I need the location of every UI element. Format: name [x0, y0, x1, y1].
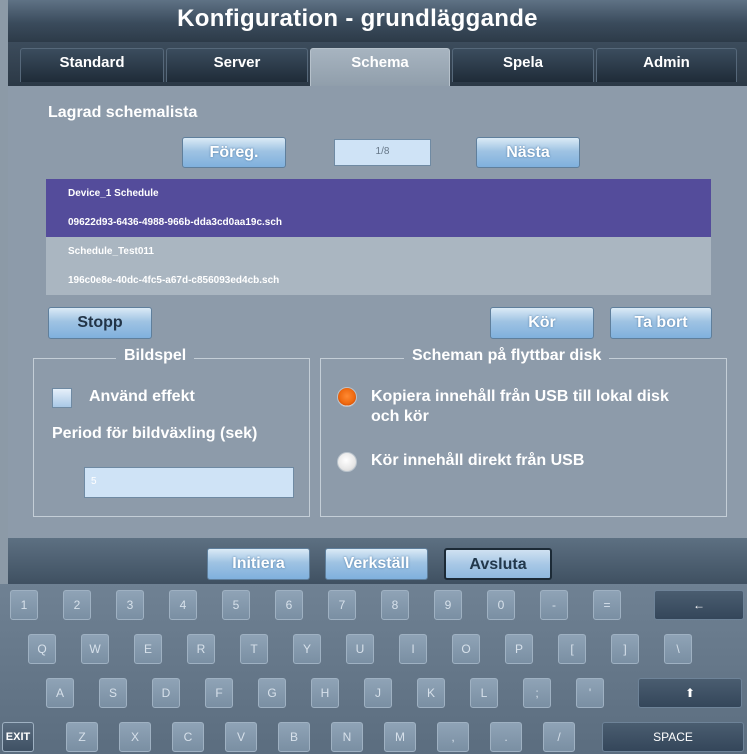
prev-page-button[interactable]: Föreg. — [182, 137, 286, 168]
key-shift[interactable]: ⬆ — [638, 678, 742, 708]
key-t[interactable]: T — [240, 634, 268, 664]
use-effect-label: Använd effekt — [89, 388, 195, 405]
usb-copy-radio[interactable] — [337, 387, 357, 407]
key-quote[interactable]: ' — [576, 678, 604, 708]
tab-schema[interactable]: Schema — [310, 48, 450, 88]
key-i[interactable]: I — [399, 634, 427, 664]
key-c[interactable]: C — [172, 722, 204, 752]
use-effect-checkbox[interactable] — [52, 388, 72, 408]
key-6[interactable]: 6 — [275, 590, 303, 620]
key-5[interactable]: 5 — [222, 590, 250, 620]
schedule-list-title: Lagrad schemalista — [48, 104, 198, 121]
key-space[interactable]: SPACE — [602, 722, 744, 752]
window-title: Konfiguration - grundläggande — [177, 5, 538, 32]
key-9[interactable]: 9 — [434, 590, 462, 620]
key-2[interactable]: 2 — [63, 590, 91, 620]
key-d[interactable]: D — [152, 678, 180, 708]
key-g[interactable]: G — [258, 678, 286, 708]
key-slash[interactable]: / — [543, 722, 575, 752]
key-0[interactable]: 0 — [487, 590, 515, 620]
next-page-button[interactable]: Nästa — [476, 137, 580, 168]
tab-admin[interactable]: Admin — [596, 48, 737, 82]
key-v[interactable]: V — [225, 722, 257, 752]
key-q[interactable]: Q — [28, 634, 56, 664]
tab-server[interactable]: Server — [166, 48, 308, 82]
key-bracket-left[interactable]: [ — [558, 634, 586, 664]
usb-direct-label: Kör innehåll direkt från USB — [371, 452, 585, 469]
key-4[interactable]: 4 — [169, 590, 197, 620]
key-h[interactable]: H — [311, 678, 339, 708]
key-n[interactable]: N — [331, 722, 363, 752]
initialize-button[interactable]: Initiera — [207, 548, 310, 580]
key-bracket-right[interactable]: ] — [611, 634, 639, 664]
page-indicator: 1/8 — [334, 139, 431, 166]
key-a[interactable]: A — [46, 678, 74, 708]
key-r[interactable]: R — [187, 634, 215, 664]
key-z[interactable]: Z — [66, 722, 98, 752]
key-semicolon[interactable]: ; — [523, 678, 551, 708]
tab-spela[interactable]: Spela — [452, 48, 594, 82]
apply-button[interactable]: Verkställ — [325, 548, 428, 580]
period-label: Period för bildväxling (sek) — [52, 425, 258, 442]
tab-standard[interactable]: Standard — [20, 48, 164, 82]
key-u[interactable]: U — [346, 634, 374, 664]
key-p[interactable]: P — [505, 634, 533, 664]
exit-button[interactable]: Avsluta — [444, 548, 552, 580]
key-exit[interactable]: EXIT — [2, 722, 34, 752]
usb-group — [320, 358, 727, 517]
key-backspace[interactable]: ← — [654, 590, 744, 620]
key-b[interactable]: B — [278, 722, 310, 752]
schedule-list-item-name[interactable]: Device_1 Schedule — [46, 179, 711, 208]
stop-button[interactable]: Stopp — [48, 307, 152, 339]
key-o[interactable]: O — [452, 634, 480, 664]
key-l[interactable]: L — [470, 678, 498, 708]
key-e[interactable]: E — [134, 634, 162, 664]
usb-direct-radio[interactable] — [337, 452, 357, 472]
key-3[interactable]: 3 — [116, 590, 144, 620]
key-m[interactable]: M — [384, 722, 416, 752]
delete-button[interactable]: Ta bort — [610, 307, 712, 339]
key-j[interactable]: J — [364, 678, 392, 708]
key-f[interactable]: F — [205, 678, 233, 708]
usb-legend: Scheman på flyttbar disk — [404, 347, 610, 365]
usb-copy-label: Kopiera innehåll från USB till lokal dis… — [371, 388, 669, 425]
key-k[interactable]: K — [417, 678, 445, 708]
key-7[interactable]: 7 — [328, 590, 356, 620]
schedule-list-item-file[interactable]: 09622d93-6436-4988-966b-dda3cd0aa19c.sch — [46, 208, 711, 237]
schedule-list-item-file[interactable]: 196c0e8e-40dc-4fc5-a67d-c856093ed4cb.sch — [46, 266, 711, 295]
run-button[interactable]: Kör — [490, 307, 594, 339]
key-comma[interactable]: , — [437, 722, 469, 752]
key-minus[interactable]: - — [540, 590, 568, 620]
key-x[interactable]: X — [119, 722, 151, 752]
key-w[interactable]: W — [81, 634, 109, 664]
schedule-list-item-name[interactable]: Schedule_Test011 — [46, 237, 711, 266]
config-window: Konfiguration - grundläggande Standard S… — [0, 0, 747, 754]
key-equals[interactable]: = — [593, 590, 621, 620]
key-backslash[interactable]: \ — [664, 634, 692, 664]
key-8[interactable]: 8 — [381, 590, 409, 620]
key-s[interactable]: S — [99, 678, 127, 708]
period-input[interactable]: 5 — [84, 467, 294, 498]
key-period[interactable]: . — [490, 722, 522, 752]
key-1[interactable]: 1 — [10, 590, 38, 620]
slideshow-legend: Bildspel — [116, 347, 195, 365]
window-title-bar: Konfiguration - grundläggande — [8, 0, 747, 42]
key-y[interactable]: Y — [293, 634, 321, 664]
